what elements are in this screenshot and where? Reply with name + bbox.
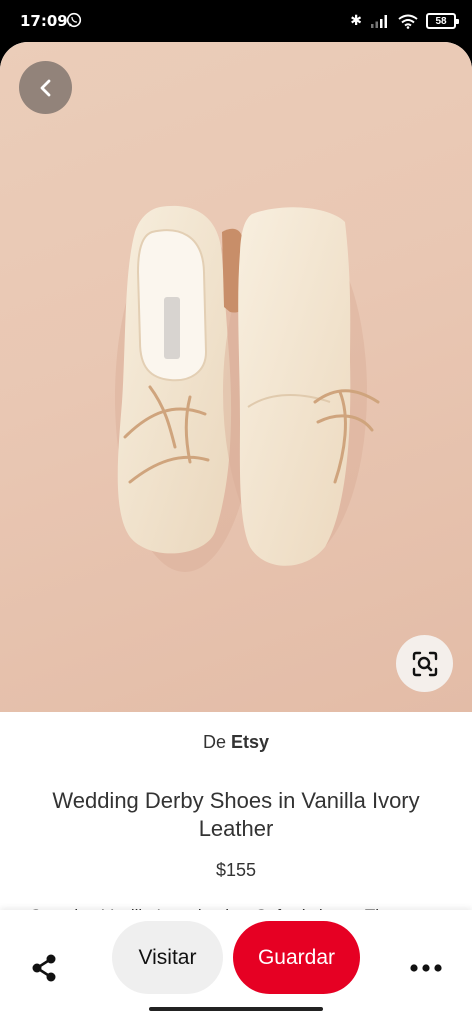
chevron-left-icon xyxy=(40,79,50,96)
visual-search-button[interactable] xyxy=(396,635,453,692)
signal-icon xyxy=(371,15,387,28)
more-options-button[interactable] xyxy=(404,946,448,990)
save-button[interactable]: Guardar xyxy=(233,921,360,994)
status-time: 17:09 xyxy=(20,12,68,30)
bluetooth-icon: ✱ xyxy=(350,13,362,29)
whatsapp-icon xyxy=(66,12,82,28)
pin-title: Wedding Derby Shoes in Vanilla Ivory Lea… xyxy=(52,788,420,841)
pin-image[interactable] xyxy=(0,42,472,712)
shoes-photo xyxy=(115,205,380,572)
back-button[interactable] xyxy=(19,61,72,114)
more-icon xyxy=(410,964,442,972)
share-icon xyxy=(32,954,56,982)
status-icons: ✱ 58 xyxy=(350,11,459,31)
home-indicator[interactable] xyxy=(149,1007,323,1011)
pin-closeup-sheet: De Etsy Wedding Derby Shoes in Vanilla I… xyxy=(0,42,472,1024)
pin-price: $155 xyxy=(215,860,257,880)
source-name: Etsy xyxy=(231,732,270,752)
action-bar: Visitar Guardar xyxy=(0,910,472,1024)
visit-button[interactable]: Visitar xyxy=(112,921,223,994)
status-bar: 17:09 ✱ 58 xyxy=(0,0,472,42)
wifi-icon xyxy=(398,14,418,29)
battery-level: 58 xyxy=(435,15,447,27)
pin-source[interactable]: De Etsy xyxy=(0,732,472,753)
visual-search-icon xyxy=(412,651,437,676)
battery-icon: 58 xyxy=(426,13,459,29)
source-prefix: De xyxy=(202,732,226,752)
share-button[interactable] xyxy=(22,946,66,990)
